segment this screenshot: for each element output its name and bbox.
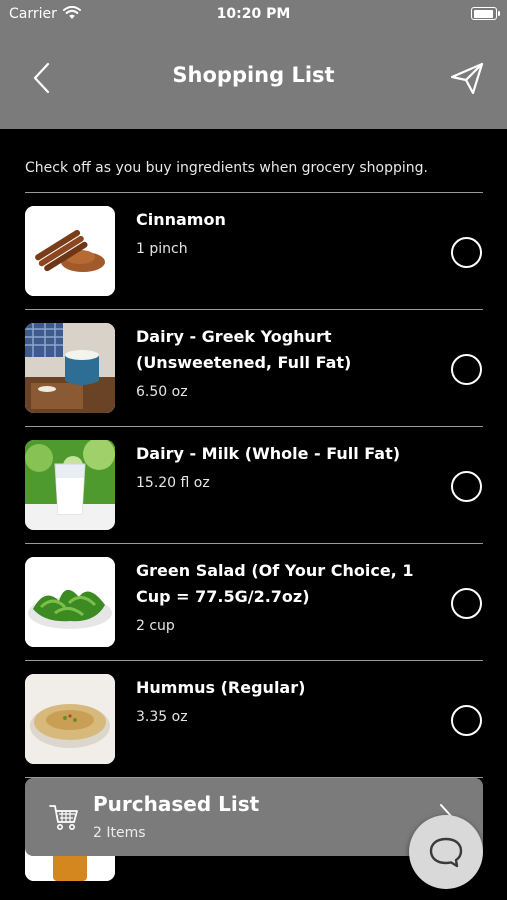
list-item: Cinnamon 1 pinch	[25, 192, 483, 309]
chat-bubble-icon	[429, 837, 463, 868]
item-quantity: 2 cup	[136, 618, 175, 634]
purchased-list-title: Purchased List	[93, 792, 260, 816]
list-item: Green Salad (Of Your Choice, 1 Cup = 77.…	[25, 543, 483, 660]
page-title: Shopping List	[172, 63, 335, 87]
greek-yoghurt-image	[25, 323, 115, 413]
instructions-text: Check off as you buy ingredients when gr…	[25, 160, 428, 176]
item-name: Green Salad (Of Your Choice, 1 Cup = 77.…	[136, 561, 414, 606]
navigation-bar: Shopping List	[0, 28, 507, 129]
chat-button[interactable]	[409, 815, 483, 889]
item-name: Hummus (Regular)	[136, 678, 306, 697]
green-salad-image	[25, 557, 115, 647]
list-item: Dairy - Greek Yoghurt (Unsweetened, Full…	[25, 309, 483, 426]
item-quantity: 1 pinch	[136, 241, 188, 257]
item-checkbox[interactable]	[451, 588, 482, 619]
purchased-count: 2 Items	[93, 825, 146, 841]
clock: 10:20 PM	[216, 6, 291, 22]
milk-image	[25, 440, 115, 530]
status-bar: Carrier 10:20 PM	[0, 0, 507, 28]
item-checkbox[interactable]	[451, 354, 482, 385]
paper-plane-icon	[450, 62, 484, 95]
battery-icon	[471, 7, 500, 20]
item-name: Dairy - Milk (Whole - Full Fat)	[136, 444, 401, 463]
item-name: Dairy - Greek Yoghurt (Unsweetened, Full…	[136, 327, 352, 372]
item-checkbox[interactable]	[451, 237, 482, 268]
item-name: Cinnamon	[136, 210, 226, 229]
cinnamon-image	[25, 206, 115, 296]
item-quantity: 3.35 oz	[136, 709, 188, 725]
share-button[interactable]	[449, 60, 485, 96]
item-quantity: 15.20 fl oz	[136, 475, 210, 491]
item-checkbox[interactable]	[451, 705, 482, 736]
list-item: Dairy - Milk (Whole - Full Fat) 15.20 fl…	[25, 426, 483, 543]
item-checkbox[interactable]	[451, 471, 482, 502]
item-quantity: 6.50 oz	[136, 384, 188, 400]
hummus-image	[25, 674, 115, 764]
shopping-cart-icon	[49, 805, 78, 830]
list-item: Hummus (Regular) 3.35 oz	[25, 660, 483, 777]
